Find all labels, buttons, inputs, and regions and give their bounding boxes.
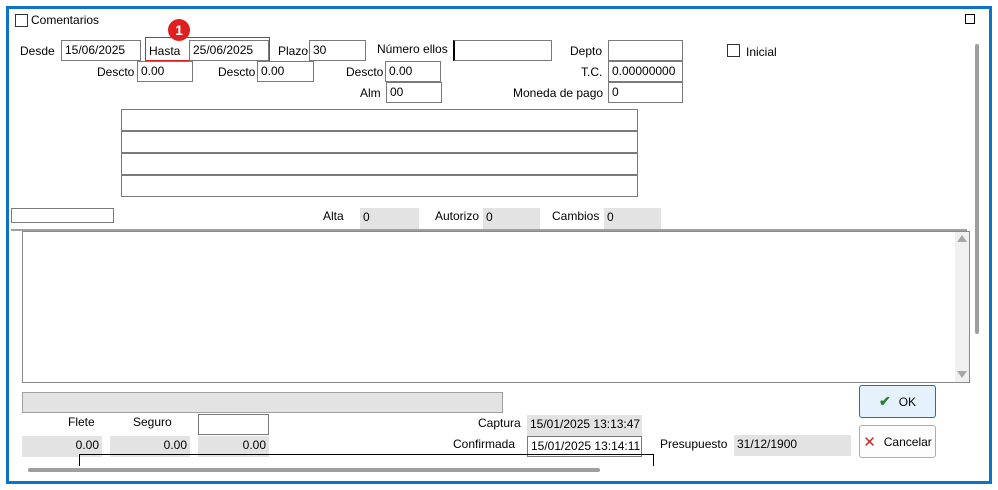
window-vertical-scrollbar[interactable] bbox=[975, 44, 979, 334]
hasta-label: Hasta bbox=[149, 44, 181, 58]
comentarios-checkbox[interactable] bbox=[15, 14, 28, 27]
ok-button-label: OK bbox=[898, 394, 917, 409]
list-row-1[interactable] bbox=[121, 109, 638, 131]
descto-2-label: Descto bbox=[218, 65, 256, 79]
presupuesto-label: Presupuesto bbox=[660, 437, 728, 451]
seguro-label: Seguro bbox=[133, 415, 172, 429]
captura-value: 15/01/2025 13:13:47 bbox=[527, 415, 642, 436]
bottom-panel bbox=[79, 454, 654, 466]
numero-ellos-label: Número ellos bbox=[377, 42, 448, 56]
status-input[interactable] bbox=[11, 208, 114, 223]
comments-textarea[interactable] bbox=[22, 231, 970, 383]
descto-1-input[interactable]: 0.00 bbox=[137, 61, 193, 82]
cambios-label: Cambios bbox=[552, 209, 600, 223]
alta-label: Alta bbox=[323, 209, 344, 223]
list-row-2[interactable] bbox=[121, 131, 638, 153]
annotation-badge: 1 bbox=[168, 19, 190, 41]
desde-input[interactable]: 15/06/2025 bbox=[61, 40, 141, 61]
descto-3-input[interactable]: 0.00 bbox=[385, 61, 441, 82]
checkmark-icon: ✔ bbox=[878, 393, 891, 409]
window-horizontal-scrollbar[interactable] bbox=[28, 468, 600, 472]
list-row-3[interactable] bbox=[121, 153, 638, 175]
moneda-pago-label: Moneda de pago bbox=[513, 86, 604, 100]
close-x-icon: ✕ bbox=[863, 433, 876, 451]
alm-label: Alm bbox=[360, 86, 381, 100]
inicial-checkbox[interactable] bbox=[727, 44, 740, 57]
ok-button[interactable]: ✔ OK bbox=[859, 385, 936, 418]
inicial-label: Inicial bbox=[746, 45, 777, 59]
hasta-input[interactable]: 25/06/2025 bbox=[189, 40, 269, 61]
comments-scrollbar[interactable] bbox=[955, 232, 969, 382]
confirmada-label: Confirmada bbox=[453, 437, 516, 451]
autorizo-value: 0 bbox=[483, 208, 540, 229]
tc-label: T.C. bbox=[581, 65, 603, 79]
descto-2-input[interactable]: 0.00 bbox=[257, 61, 314, 82]
list-row-4[interactable] bbox=[121, 175, 638, 197]
flete-label: Flete bbox=[68, 415, 95, 429]
descto-1-label: Descto bbox=[97, 65, 135, 79]
depto-label: Depto bbox=[570, 44, 603, 58]
maximize-icon[interactable] bbox=[965, 14, 975, 24]
cancel-button-label: Cancelar bbox=[883, 434, 932, 449]
captura-label: Captura bbox=[478, 416, 521, 430]
moneda-pago-input[interactable]: 0 bbox=[608, 82, 683, 103]
scroll-up-icon[interactable] bbox=[957, 235, 967, 242]
desde-label: Desde bbox=[20, 44, 55, 58]
scroll-down-icon[interactable] bbox=[957, 371, 967, 378]
numero-ellos-input[interactable] bbox=[453, 40, 552, 61]
alta-value: 0 bbox=[360, 208, 419, 229]
extra-input[interactable] bbox=[198, 414, 269, 435]
plazo-label: Plazo bbox=[278, 44, 309, 58]
alm-input[interactable]: 00 bbox=[386, 82, 442, 103]
plazo-input[interactable]: 30 bbox=[309, 40, 366, 61]
depto-input[interactable] bbox=[608, 40, 683, 61]
autorizo-label: Autorizo bbox=[435, 209, 480, 223]
tc-input[interactable]: 0.00000000 bbox=[608, 61, 683, 82]
presupuesto-value: 31/12/1900 bbox=[734, 435, 851, 456]
cancel-button[interactable]: ✕ Cancelar bbox=[859, 425, 936, 458]
progress-bar bbox=[22, 392, 503, 413]
descto-3-label: Descto bbox=[346, 65, 384, 79]
cambios-value: 0 bbox=[604, 208, 661, 229]
comentarios-label: Comentarios bbox=[31, 13, 100, 27]
